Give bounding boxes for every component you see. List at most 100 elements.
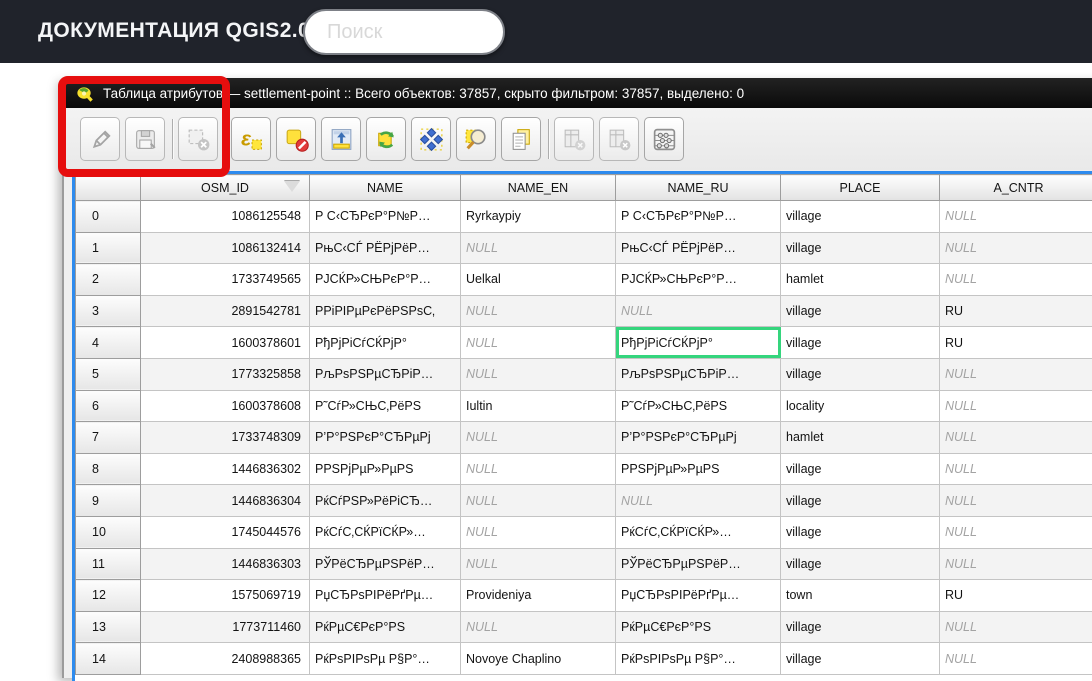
cell-a-cntr[interactable]: NULL xyxy=(940,548,1092,580)
cell-name[interactable]: РђРјРіСѓСЌРјР° xyxy=(310,327,461,359)
cell-place[interactable]: village xyxy=(781,453,940,485)
cell-name-ru[interactable]: NULL xyxy=(616,295,781,327)
cell-name-ru[interactable]: РЈСЌР»СЊРєР°Р… xyxy=(616,264,781,296)
row-number[interactable]: 6 xyxy=(76,390,141,422)
row-number[interactable]: 14 xyxy=(76,643,141,675)
cell-place[interactable]: village xyxy=(781,201,940,233)
cell-a-cntr[interactable]: NULL xyxy=(940,390,1092,422)
cell-name[interactable]: РќСѓРЅР»РёРіСЂ… xyxy=(310,485,461,517)
cell-place[interactable]: village xyxy=(781,232,940,264)
cell-name-ru[interactable]: РќРµС€РєР°РЅ xyxy=(616,611,781,643)
row-number[interactable]: 7 xyxy=(76,422,141,454)
cell-name[interactable]: РЈСЌР»СЊРєР°Р… xyxy=(310,264,461,296)
row-number[interactable]: 5 xyxy=(76,358,141,390)
cell-name-en[interactable]: NULL xyxy=(461,232,616,264)
cell-a-cntr[interactable]: NULL xyxy=(940,453,1092,485)
cell-name[interactable]: Р’Р°РЅРєР°СЂРµРј xyxy=(310,422,461,454)
cell-place[interactable]: locality xyxy=(781,390,940,422)
cell-name-en[interactable]: NULL xyxy=(461,611,616,643)
cell-place[interactable]: town xyxy=(781,580,940,612)
cell-osm-id[interactable]: 1733749565 xyxy=(141,264,310,296)
cell-osm-id[interactable]: 1575069719 xyxy=(141,580,310,612)
window-titlebar[interactable]: Таблица атрибутов — settlement-point :: … xyxy=(64,78,1092,108)
cell-place[interactable]: village xyxy=(781,327,940,359)
cell-a-cntr[interactable]: RU xyxy=(940,580,1092,612)
cell-a-cntr[interactable]: NULL xyxy=(940,232,1092,264)
open-field-calculator-button[interactable] xyxy=(644,117,684,161)
cell-osm-id[interactable]: 1773711460 xyxy=(141,611,310,643)
cell-osm-id[interactable]: 1446836303 xyxy=(141,548,310,580)
row-number[interactable]: 10 xyxy=(76,516,141,548)
column-header-place[interactable]: PLACE xyxy=(781,175,940,201)
row-number[interactable]: 8 xyxy=(76,453,141,485)
cell-name-en[interactable]: Ryrkaypiy xyxy=(461,201,616,233)
cell-name-ru[interactable]: Р˜СѓР»СЊС‚РёРЅ xyxy=(616,390,781,422)
cell-place[interactable]: village xyxy=(781,643,940,675)
cell-name-ru[interactable]: РњС‹СЃ РЁРјРёР… xyxy=(616,232,781,264)
select-by-expression-button[interactable]: ε xyxy=(231,117,271,161)
cell-name[interactable]: РњС‹СЃ РЁРјРёР… xyxy=(310,232,461,264)
cell-name-en[interactable]: NULL xyxy=(461,358,616,390)
row-number[interactable]: 1 xyxy=(76,232,141,264)
row-number[interactable]: 4 xyxy=(76,327,141,359)
cell-name[interactable]: Р˜СѓР»СЊС‚РёРЅ xyxy=(310,390,461,422)
cell-place[interactable]: village xyxy=(781,548,940,580)
cell-name-en[interactable]: NULL xyxy=(461,548,616,580)
cell-osm-id[interactable]: 1086125548 xyxy=(141,201,310,233)
cell-a-cntr[interactable]: NULL xyxy=(940,643,1092,675)
cell-name-ru[interactable]: РљРѕРЅРµСЂРіР… xyxy=(616,358,781,390)
cell-place[interactable]: village xyxy=(781,485,940,517)
cell-place[interactable]: village xyxy=(781,295,940,327)
column-header-a-cntr[interactable]: A_CNTR xyxy=(940,175,1092,201)
column-header-name-en[interactable]: NAME_EN xyxy=(461,175,616,201)
cell-name-en[interactable]: Novoye Chaplino xyxy=(461,643,616,675)
row-number[interactable]: 12 xyxy=(76,580,141,612)
deselect-all-button[interactable] xyxy=(276,117,316,161)
cell-osm-id[interactable]: 1773325858 xyxy=(141,358,310,390)
cell-a-cntr[interactable]: NULL xyxy=(940,422,1092,454)
cell-name-ru[interactable]: РЎРёСЂРµРЅРёР… xyxy=(616,548,781,580)
cell-name-en[interactable]: NULL xyxy=(461,327,616,359)
cell-a-cntr[interactable]: NULL xyxy=(940,516,1092,548)
cell-a-cntr[interactable]: NULL xyxy=(940,485,1092,517)
row-number[interactable]: 2 xyxy=(76,264,141,296)
row-number[interactable]: 13 xyxy=(76,611,141,643)
cell-osm-id[interactable]: 2891542781 xyxy=(141,295,310,327)
cell-osm-id[interactable]: 1446836304 xyxy=(141,485,310,517)
cell-name-ru[interactable]: NULL xyxy=(616,485,781,517)
column-header-osm-id[interactable]: OSM_ID xyxy=(141,175,310,201)
cell-name[interactable]: Р­РЅРјРµР»РµРЅ xyxy=(310,453,461,485)
cell-name-ru[interactable]: Р’Р°РЅРєР°СЂРµРј xyxy=(616,422,781,454)
invert-selection-button[interactable] xyxy=(366,117,406,161)
search-input[interactable] xyxy=(325,18,479,46)
cell-osm-id[interactable]: 1086132414 xyxy=(141,232,310,264)
cell-name-en[interactable]: NULL xyxy=(461,516,616,548)
cell-a-cntr[interactable]: NULL xyxy=(940,201,1092,233)
cell-osm-id[interactable]: 1446836302 xyxy=(141,453,310,485)
cell-name-ru[interactable]: РџСЂРѕРІРёРґРµ… xyxy=(616,580,781,612)
row-number[interactable]: 11 xyxy=(76,548,141,580)
cell-name-ru[interactable]: РђРјРіСѓСЌРјР° xyxy=(616,327,781,359)
copy-selected-rows-button[interactable] xyxy=(501,117,541,161)
cell-name-en[interactable]: NULL xyxy=(461,422,616,454)
cell-osm-id[interactable]: 1745044576 xyxy=(141,516,310,548)
row-number[interactable]: 0 xyxy=(76,201,141,233)
cell-name-en[interactable]: NULL xyxy=(461,295,616,327)
corner-header[interactable] xyxy=(76,175,141,201)
cell-name-en[interactable]: Iultin xyxy=(461,390,616,422)
cell-a-cntr[interactable]: NULL xyxy=(940,264,1092,296)
cell-place[interactable]: hamlet xyxy=(781,264,940,296)
cell-place[interactable]: village xyxy=(781,611,940,643)
cell-place[interactable]: hamlet xyxy=(781,422,940,454)
cell-osm-id[interactable]: 2408988365 xyxy=(141,643,310,675)
column-header-name[interactable]: NAME xyxy=(310,175,461,201)
column-header-name-ru[interactable]: NAME_RU xyxy=(616,175,781,201)
cell-place[interactable]: village xyxy=(781,358,940,390)
pan-to-selected-button[interactable] xyxy=(411,117,451,161)
cell-name[interactable]: РџСЂРѕРІРёРґРµ… xyxy=(310,580,461,612)
cell-name-ru[interactable]: Р С‹СЂРєР°Р№Р… xyxy=(616,201,781,233)
row-number[interactable]: 3 xyxy=(76,295,141,327)
cell-name[interactable]: РќРѕРІРѕРµ Р§Р°… xyxy=(310,643,461,675)
cell-name[interactable]: Р­РіРІРµРєРёРЅРѕС‚ xyxy=(310,295,461,327)
cell-name-ru[interactable]: Р­РЅРјРµР»РµРЅ xyxy=(616,453,781,485)
